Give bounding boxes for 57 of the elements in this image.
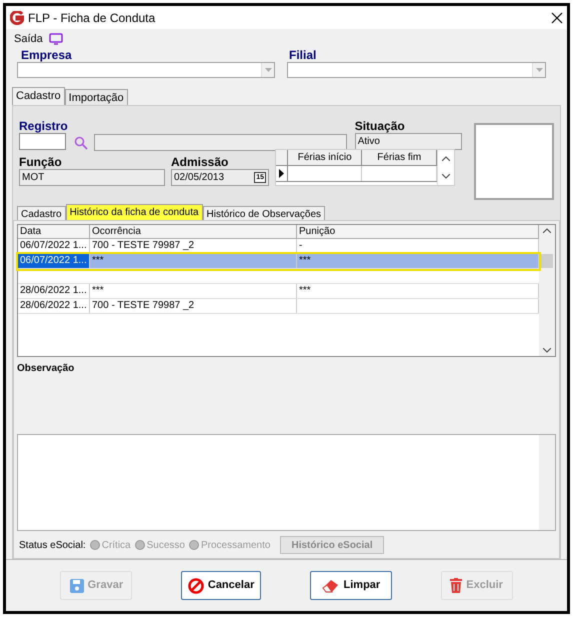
search-icon[interactable] (74, 136, 88, 150)
radio-label: Processamento (200, 538, 270, 552)
field-label: Função (19, 155, 63, 169)
column-header[interactable]: Ocorrência (90, 225, 297, 238)
table-row[interactable]: 28/06/2022 1... 700 - TESTE 79987 _2 (18, 299, 539, 314)
field-label: Situação (354, 119, 406, 133)
column-header: Férias fim (362, 150, 437, 165)
table-cell: 700 - TESTE 79987 _2 (90, 299, 297, 313)
window-title: FLP - Ficha de Conduta (28, 10, 156, 26)
prohibited-icon (188, 578, 204, 594)
scrollbar[interactable] (539, 225, 555, 356)
logo-icon (10, 10, 24, 24)
monitor-icon (48, 33, 63, 45)
input-field: MOT (19, 169, 165, 186)
field-label: Filial (289, 48, 318, 62)
scroll-down-icon[interactable] (543, 348, 551, 353)
tab[interactable]: Histórico de Observações (202, 206, 326, 220)
dropdown-field[interactable] (17, 62, 275, 78)
status-label: Status eSocial: (19, 538, 86, 552)
tab[interactable]: Cadastro (17, 206, 66, 220)
trash-icon (450, 578, 462, 593)
table-cell: *** (90, 284, 297, 298)
table-cell: *** (90, 254, 297, 268)
radio-button[interactable] (134, 540, 145, 550)
radio-button[interactable] (90, 540, 100, 550)
tab[interactable]: Importação (64, 89, 128, 105)
column-header: Férias início (288, 150, 362, 165)
input-field[interactable] (19, 133, 66, 150)
dropdown-field[interactable] (287, 62, 546, 78)
action-button[interactable]: Cancelar (181, 571, 262, 600)
field-label: Empresa (21, 48, 73, 62)
scroll-up-icon[interactable] (442, 156, 450, 162)
menu-item[interactable]: Saída (14, 30, 43, 48)
column-header[interactable]: Data (18, 225, 90, 238)
radio-label: Sucesso (146, 538, 185, 552)
table-cell: 28/06/2022 1... (18, 299, 90, 313)
tab[interactable]: Histórico da ficha de conduta (66, 204, 203, 220)
table-row[interactable]: 28/06/2022 1... *** *** (18, 284, 539, 299)
tab[interactable]: Cadastro (12, 87, 65, 105)
scroll-thumb[interactable] (541, 254, 553, 268)
row-pointer-icon (278, 169, 284, 178)
scroll-up-icon[interactable] (543, 228, 551, 233)
field-label: Registro (19, 119, 68, 133)
table-cell: 06/07/2022 1... (18, 254, 90, 268)
action-button[interactable]: Limpar (310, 571, 392, 600)
table-cell: *** (297, 254, 539, 268)
radio-label: Crítica (102, 538, 131, 552)
field-label: Admissão (171, 155, 230, 169)
scroll-down-icon[interactable] (442, 174, 450, 179)
input-field: Ativo (354, 133, 462, 150)
table-row[interactable]: 06/07/2022 1... *** *** (18, 254, 539, 269)
text-area[interactable] (17, 434, 556, 531)
radio-button[interactable] (188, 540, 199, 550)
section-label: Observação (17, 362, 76, 376)
eraser-icon (322, 578, 340, 592)
table-cell: 28/06/2022 1... (18, 284, 90, 298)
close-icon[interactable] (551, 12, 563, 24)
